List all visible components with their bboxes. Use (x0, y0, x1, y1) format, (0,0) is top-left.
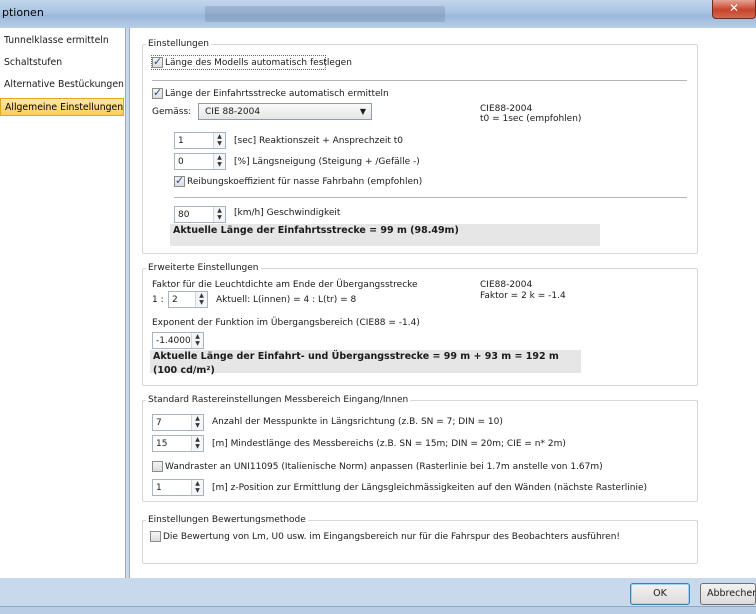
window-title: ptionen (2, 6, 44, 19)
friction-label: Reibungskoeffizient für nasse Fahrbahn (… (187, 177, 423, 187)
gemaess-label: Gemäss: (152, 107, 192, 117)
factor-note-line1: CIE88-2004 (480, 280, 533, 290)
exponent-stepper[interactable]: -1.40000 ▲ ▼ (152, 332, 204, 349)
stepper-arrows-icon[interactable]: ▲ ▼ (191, 436, 203, 451)
speed-label: [km/h] Geschwindigkeit (234, 208, 341, 218)
total-length-result-text: Aktuelle Länge der Einfahrt- und Übergan… (153, 351, 559, 376)
slope-stepper[interactable]: 0 ▲ ▼ (174, 153, 226, 170)
z-position-stepper[interactable]: 1 ▲ ▼ (152, 479, 204, 496)
group-bewertung (142, 520, 698, 564)
stepper-arrows-icon[interactable]: ▲ ▼ (213, 207, 225, 222)
stepper-arrows-icon[interactable]: ▲ ▼ (213, 133, 225, 148)
cie-note-line1: CIE88-2004 (480, 104, 533, 114)
auto-length-label: Länge des Modells automatisch festlegen (165, 58, 352, 68)
taskbar-edge (0, 606, 756, 614)
gemaess-select[interactable]: CIE 88-2004 ▼ (198, 103, 372, 120)
ratio-current-text: Aktuell: L(innen) = 4 : L(tr) = 8 (216, 295, 357, 305)
group-bewertung-title: Einstellungen Bewertungsmethode (146, 515, 308, 525)
ratio-value: 2 (172, 295, 178, 305)
divider (152, 80, 687, 81)
close-button[interactable]: ✕ (712, 0, 756, 19)
observer-lane-checkbox[interactable] (150, 531, 161, 542)
ok-button[interactable]: OK (630, 583, 690, 605)
ratio-prefix: 1 : (152, 295, 164, 305)
friction-checkbox[interactable] (174, 174, 185, 187)
group-erweiterte-title: Erweiterte Einstellungen (146, 263, 261, 273)
cie-note-line2: t0 = 1sec (empfohlen) (480, 114, 582, 124)
group-einstellungen-title: Einstellungen (146, 39, 212, 49)
slope-value: 0 (178, 157, 184, 167)
speed-value: 80 (178, 210, 190, 220)
factor-label: Faktor für die Leuchtdichte am Ende der … (152, 280, 418, 290)
options-sidebar: Tunnelklasse ermitteln Schaltstufen Alte… (0, 28, 126, 578)
factor-note-line2: Faktor = 2 k = -1.4 (480, 291, 566, 301)
measure-points-label: Anzahl der Messpunkte in Längsrichtung (… (212, 417, 503, 427)
sidebar-item-tunnelklasse[interactable]: Tunnelklasse ermitteln (0, 32, 124, 50)
reaction-time-value: 1 (178, 136, 184, 146)
stepper-arrows-icon[interactable]: ▲ ▼ (191, 480, 203, 495)
sidebar-item-alternative-bestueckungen[interactable]: Alternative Bestückungen (0, 76, 124, 94)
auto-entry-checkbox[interactable] (152, 86, 163, 99)
auto-entry-label: Länge der Einfahrtsstrecke automatisch e… (165, 89, 389, 99)
min-length-stepper[interactable]: 15 ▲ ▼ (152, 435, 204, 452)
sidebar-item-schaltstufen[interactable]: Schaltstufen (0, 54, 124, 72)
measure-points-stepper[interactable]: 7 ▲ ▼ (152, 414, 204, 431)
speed-stepper[interactable]: 80 ▲ ▼ (174, 206, 226, 223)
stepper-arrows-icon[interactable]: ▲ ▼ (191, 415, 203, 430)
z-position-value: 1 (156, 483, 162, 493)
stepper-arrows-icon[interactable]: ▲ ▼ (191, 333, 203, 348)
settings-panel: Einstellungen Länge des Modells automati… (129, 28, 756, 578)
entry-length-result-text: Aktuelle Länge der Einfahrtsstrecke = 99… (173, 225, 459, 236)
divider (174, 197, 687, 198)
group-raster-title: Standard Rastereinstellungen Messbereich… (146, 395, 411, 405)
measure-points-value: 7 (156, 418, 162, 428)
wall-raster-label: Wandraster an UNI11095 (Italienische Nor… (165, 462, 603, 472)
z-position-label: [m] z-Position zur Ermittlung der Längsg… (212, 483, 648, 493)
total-length-result: Aktuelle Länge der Einfahrt- und Übergan… (150, 350, 581, 376)
title-bar: ptionen ✕ (0, 0, 756, 28)
reaction-time-stepper[interactable]: 1 ▲ ▼ (174, 132, 226, 149)
wall-raster-checkbox[interactable] (152, 461, 163, 472)
sidebar-item-allgemeine-einstellungen[interactable]: Allgemeine Einstellungen (0, 98, 124, 116)
chevron-down-icon: ▼ (359, 107, 366, 116)
reaction-time-label: [sec] Reaktionszeit + Ansprechzeit t0 (234, 136, 404, 146)
slope-label: [%] Längsneigung (Steigung + /Gefälle -) (234, 157, 420, 167)
entry-length-result: Aktuelle Länge der Einfahrtsstrecke = 99… (170, 224, 600, 246)
background-window-blur (205, 6, 445, 22)
min-length-value: 15 (156, 439, 168, 449)
exponent-label: Exponent der Funktion im Übergangsbereic… (152, 318, 420, 328)
stepper-arrows-icon[interactable]: ▲ ▼ (213, 154, 225, 169)
observer-lane-label: Die Bewertung von Lm, U0 usw. im Eingang… (163, 532, 621, 542)
gemaess-value: CIE 88-2004 (205, 107, 261, 117)
ratio-stepper[interactable]: 2 ▲ ▼ (168, 291, 208, 308)
stepper-arrows-icon[interactable]: ▲ ▼ (195, 292, 207, 307)
cancel-button[interactable]: Abbrechen (700, 583, 756, 605)
min-length-label: [m] Mindestlänge des Messbereichs (z.B. … (212, 439, 566, 449)
